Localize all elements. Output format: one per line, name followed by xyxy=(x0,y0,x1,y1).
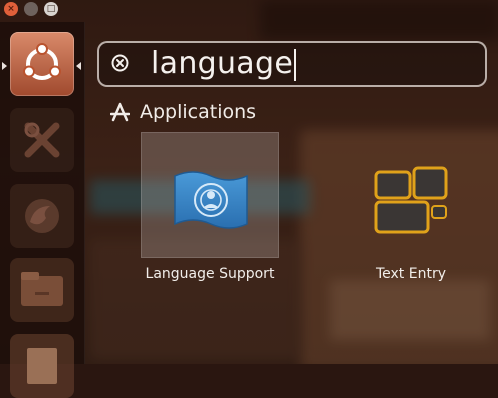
ubuntu-logo-icon xyxy=(23,43,61,80)
category-header[interactable]: Applications xyxy=(110,101,256,123)
window-controls: × □ xyxy=(4,2,58,16)
result-language-support[interactable]: Language Support xyxy=(141,132,279,290)
launcher-item-tools[interactable] xyxy=(10,108,74,172)
result-label: Language Support xyxy=(145,266,275,282)
search-input[interactable]: language xyxy=(151,45,297,83)
close-button[interactable]: × xyxy=(4,2,18,16)
dash-open-indicator xyxy=(76,62,81,70)
applications-icon xyxy=(110,102,130,122)
minimize-button[interactable] xyxy=(24,2,38,16)
launcher-active-indicator xyxy=(2,62,7,70)
files-icon xyxy=(21,272,63,306)
launcher-item-document[interactable] xyxy=(10,334,74,398)
result-text-entry[interactable]: Text Entry xyxy=(352,160,470,290)
clear-search-icon[interactable] xyxy=(111,54,129,72)
text-caret xyxy=(294,48,297,81)
launcher-item-firefox[interactable] xyxy=(10,184,74,248)
document-icon xyxy=(27,348,57,384)
launcher-item-files[interactable] xyxy=(10,258,74,322)
firefox-icon xyxy=(25,199,59,233)
search-query: language xyxy=(151,46,294,81)
language-support-icon xyxy=(174,171,248,229)
search-bar[interactable]: language xyxy=(97,41,487,87)
tools-icon xyxy=(24,122,60,158)
result-label: Text Entry xyxy=(375,266,446,282)
dash-home-button[interactable] xyxy=(10,32,74,96)
maximize-button[interactable]: □ xyxy=(44,2,58,16)
launcher xyxy=(0,22,85,398)
text-entry-icon xyxy=(374,166,448,234)
category-label: Applications xyxy=(140,101,257,123)
